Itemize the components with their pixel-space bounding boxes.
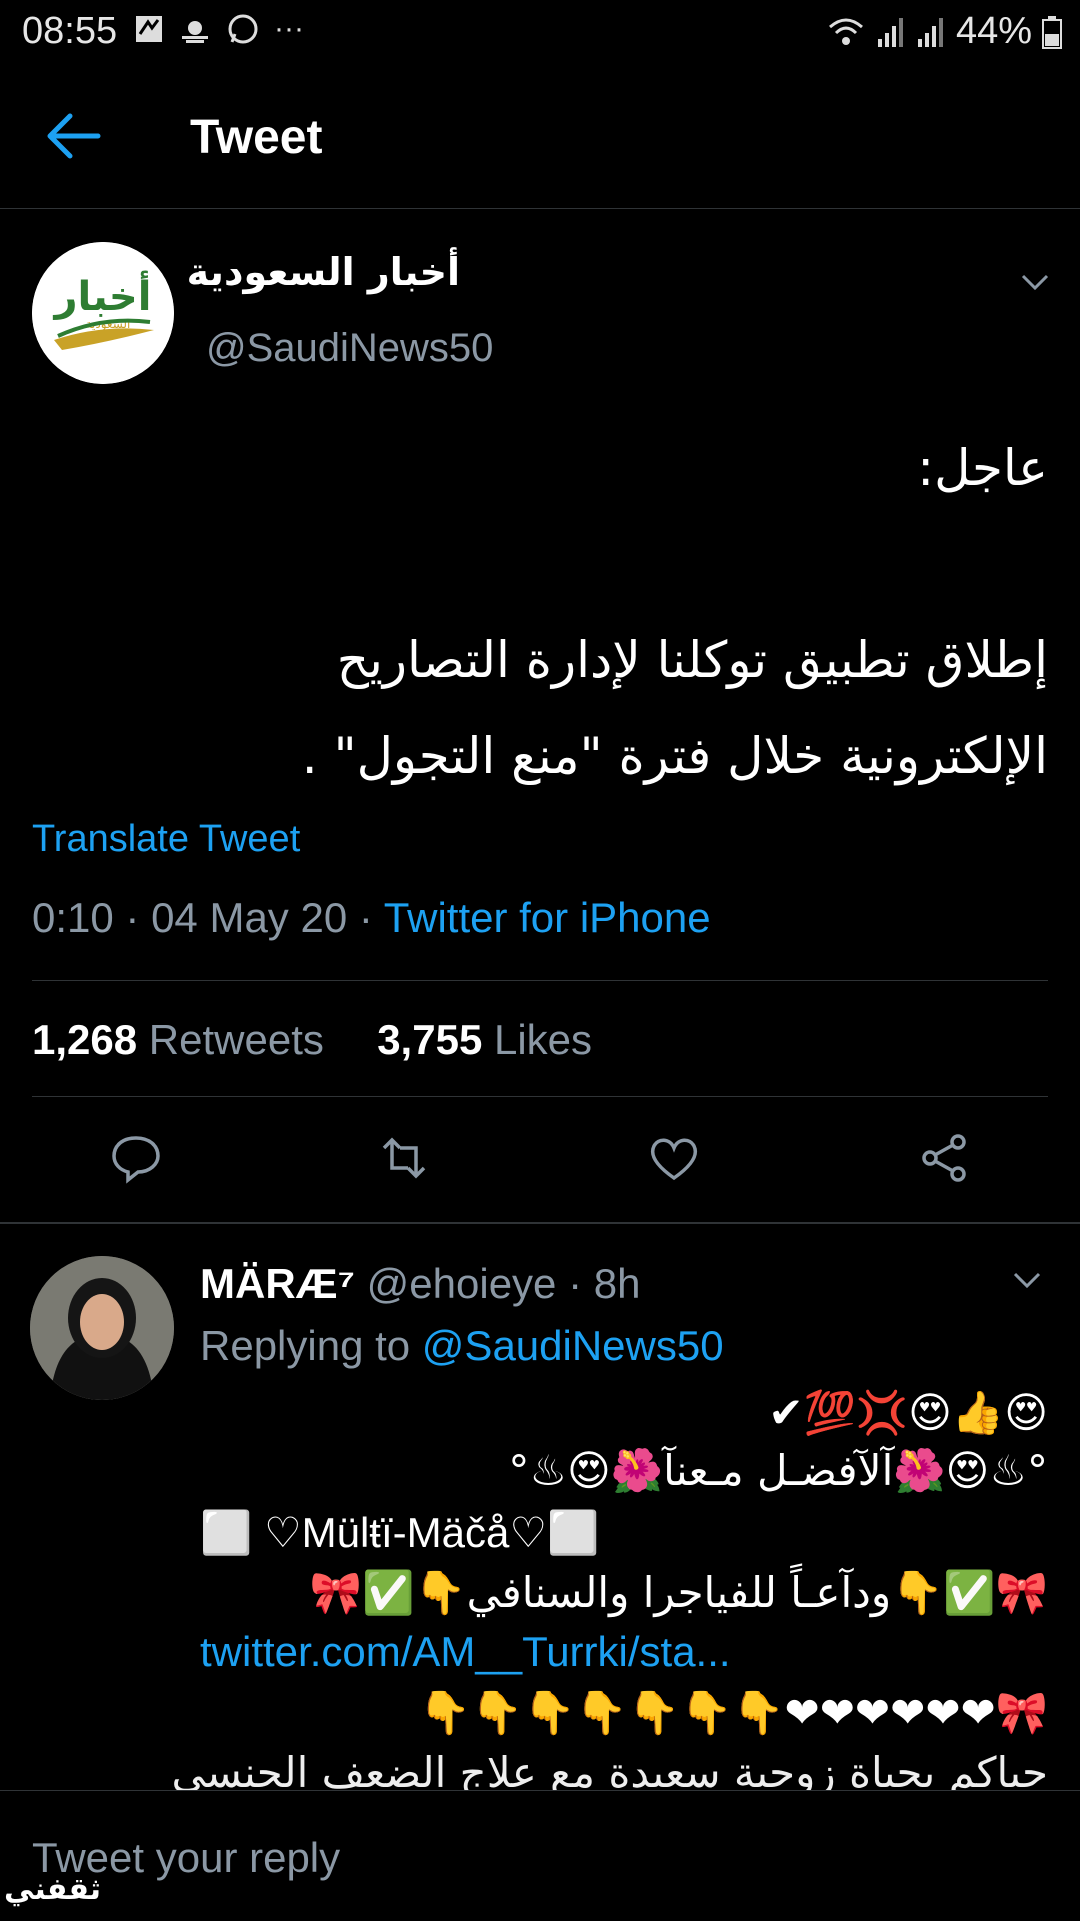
reply-time: · 8h [568, 1260, 641, 1307]
author-avatar[interactable]: أخبار السعودية [32, 242, 174, 384]
page-title: Tweet [190, 111, 323, 164]
wifi-icon [828, 18, 863, 45]
retweet-icon[interactable] [376, 1130, 432, 1186]
signal-icon-2 [917, 17, 943, 47]
share-icon[interactable] [916, 1130, 972, 1186]
reply-line-5: 👇👇👇👇👇👇👇❤❤❤❤❤❤🎀 [418, 1689, 1048, 1736]
retweets-stat[interactable]: 1,268 Retweets [32, 1016, 324, 1063]
reply-line-3: ⬜ ♡Mülŧï-Mäčå♡⬜ [200, 1509, 600, 1556]
divider [0, 1222, 1080, 1224]
chevron-down-icon[interactable] [1020, 272, 1050, 292]
saudi-news-logo-icon: أخبار السعودية [32, 242, 174, 384]
signal-icon-1 [877, 17, 903, 47]
tweet-stats: 1,268 Retweets 3,755 Likes [32, 1016, 592, 1064]
reply-author: MÄRÆ⁷ @ehoieye · 8h [200, 1260, 640, 1308]
author-handle[interactable]: @SaudiNews50 [206, 326, 493, 371]
replying-prefix: Replying to [200, 1322, 411, 1369]
divider [32, 1096, 1048, 1097]
reply-author-handle[interactable]: @ehoieye [367, 1260, 557, 1307]
tweet-meta: 0:10 · 04 May 20 · Twitter for iPhone [32, 894, 711, 941]
logo-text: أخبار [53, 270, 152, 320]
tweet-actions [0, 1130, 1080, 1190]
status-bar: 08:55 ··· 44% [0, 0, 1080, 64]
chevron-down-icon[interactable] [1012, 1270, 1042, 1290]
reply-line-2: °♨😍🌺آلآفضـل مـعنآ🌺😍♨° [508, 1446, 1048, 1495]
status-time: 08:55 [22, 10, 118, 52]
divider [32, 980, 1048, 981]
tweet-source-link[interactable]: Twitter for iPhone [384, 894, 711, 941]
replying-to: Replying to @SaudiNews50 [200, 1322, 724, 1370]
reply-link[interactable]: twitter.com/AM__Turrki/sta... [200, 1628, 731, 1676]
author-name[interactable]: أخبار السعودية [187, 250, 460, 294]
battery-icon [1042, 15, 1062, 49]
tweet-date: 04 May 20 [151, 894, 348, 941]
reply-icon[interactable] [108, 1130, 164, 1186]
tweet-time: 0:10 [32, 894, 114, 941]
tweet-text: عاجل: إطلاق تطبيق توكلنا لإدارة التصاريح… [301, 439, 1048, 785]
weather-icon [182, 21, 208, 43]
likes-count: 3,755 [377, 1016, 483, 1063]
reply-avatar[interactable] [30, 1256, 174, 1400]
top-bar: Tweet [0, 64, 1080, 209]
app-notification-icon [136, 16, 162, 42]
retweets-label: Retweets [148, 1016, 324, 1063]
translate-tweet-link[interactable]: Translate Tweet [32, 818, 300, 861]
status-right: 44% [826, 10, 1062, 53]
back-arrow-icon[interactable] [44, 108, 104, 164]
retweets-count: 1,268 [32, 1016, 138, 1063]
whatsapp-icon [228, 14, 258, 44]
status-notification-icons: ··· [134, 12, 304, 46]
likes-label: Likes [493, 1016, 593, 1063]
likes-stat[interactable]: 3,755 Likes [377, 1016, 592, 1063]
battery-percent: 44% [955, 10, 1032, 52]
reply-line-1: ✔💯💢😍👍😍 [768, 1389, 1048, 1436]
user-photo-icon [30, 1256, 174, 1400]
replying-to-link[interactable]: @SaudiNews50 [422, 1322, 724, 1369]
more-notifications-icon: ··· [274, 12, 304, 45]
reply-line-4: 🎀✅👇ودآعـاً للفياجرا والسنافي👇✅🎀 [309, 1568, 1048, 1617]
watermark: ثقفني [4, 1872, 102, 1907]
reply-author-name[interactable]: MÄRÆ⁷ [200, 1260, 355, 1307]
like-heart-icon[interactable] [646, 1130, 702, 1186]
